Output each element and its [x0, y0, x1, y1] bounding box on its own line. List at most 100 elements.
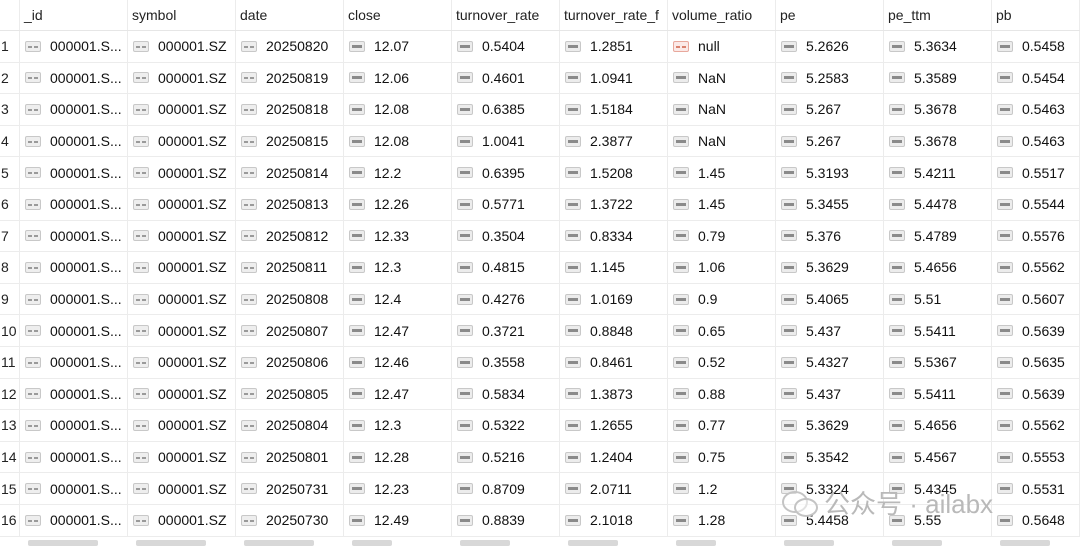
cell-turnover-rate-f[interactable]: 2.0711 [560, 473, 668, 504]
cell-volume-ratio[interactable]: 1.45 [668, 157, 776, 188]
cell-pb[interactable]: 0.5544 [992, 189, 1080, 220]
cell-pb[interactable]: 0.5639 [992, 378, 1080, 410]
cell-close[interactable]: 12.3 [344, 252, 452, 283]
cell-close[interactable]: 12.3 [344, 410, 452, 441]
cell-turnover-rate[interactable]: 1.0041 [452, 125, 560, 157]
cell-pe[interactable]: 5.3629 [776, 410, 884, 441]
column-header-close[interactable]: close [344, 0, 452, 30]
cell-turnover-rate[interactable]: 0.5834 [452, 378, 560, 410]
cell-volume-ratio[interactable]: 0.52 [668, 347, 776, 378]
cell-close[interactable]: 12.2 [344, 157, 452, 188]
table-row[interactable]: 11 000001.S... 000001.SZ 20250806 12.46 0.355… [0, 347, 1080, 379]
table-row[interactable]: 13 000001.S... 000001.SZ 20250804 12.3 0.5322… [0, 410, 1080, 442]
cell-turnover-rate[interactable]: 0.4815 [452, 252, 560, 283]
table-row[interactable]: 12 000001.S... 000001.SZ 20250805 12.47 0.583… [0, 378, 1080, 411]
cell-pe[interactable]: 5.3324 [776, 473, 884, 504]
cell-volume-ratio[interactable]: 1.2 [668, 473, 776, 504]
cell-pe-ttm[interactable]: 5.3678 [884, 94, 992, 125]
cell-symbol[interactable]: 000001.SZ [128, 315, 236, 346]
cell-date[interactable]: 20250818 [236, 94, 344, 125]
cell-turnover-rate-f[interactable]: 2.1018 [560, 505, 668, 536]
cell-turnover-rate[interactable]: 0.4276 [452, 283, 560, 315]
cell-date[interactable]: 20250805 [236, 378, 344, 410]
cell-pb[interactable]: 0.5639 [992, 315, 1080, 346]
cell-turnover-rate[interactable]: 0.3558 [452, 347, 560, 378]
cell-close[interactable]: 12.23 [344, 473, 452, 504]
cell-pe-ttm[interactable]: 5.3678 [884, 125, 992, 157]
cell-turnover-rate-f[interactable]: 2.3877 [560, 125, 668, 157]
cell-close[interactable]: 12.47 [344, 378, 452, 410]
cell-id[interactable]: 000001.S... [20, 220, 128, 252]
table-row[interactable]: 9 000001.S... 000001.SZ 20250808 12.4 0.4276 1… [0, 283, 1080, 316]
cell-turnover-rate[interactable]: 0.8709 [452, 473, 560, 504]
cell-date[interactable]: 20250807 [236, 315, 344, 346]
cell-date[interactable]: 20250811 [236, 252, 344, 283]
cell-pe-ttm[interactable]: 5.4656 [884, 410, 992, 441]
cell-pe[interactable]: 5.2626 [776, 31, 884, 62]
cell-pe-ttm[interactable]: 5.5367 [884, 347, 992, 378]
cell-pe-ttm[interactable]: 5.4345 [884, 473, 992, 504]
cell-id[interactable]: 000001.S... [20, 315, 128, 346]
table-row[interactable]: 1 000001.S... 000001.SZ 20250820 12.07 0.5404… [0, 31, 1080, 63]
cell-close[interactable]: 12.47 [344, 315, 452, 346]
cell-pe-ttm[interactable]: 5.4789 [884, 220, 992, 252]
cell-close[interactable]: 12.07 [344, 31, 452, 62]
cell-pb[interactable]: 0.5576 [992, 220, 1080, 252]
cell-pb[interactable]: 0.5562 [992, 410, 1080, 441]
cell-date[interactable]: 20250730 [236, 505, 344, 536]
cell-symbol[interactable]: 000001.SZ [128, 347, 236, 378]
table-row[interactable]: 3 000001.S... 000001.SZ 20250818 12.08 0.6385… [0, 94, 1080, 126]
table-row[interactable]: 16 000001.S... 000001.SZ 20250730 12.49 0.883… [0, 505, 1080, 537]
cell-turnover-rate[interactable]: 0.3721 [452, 315, 560, 346]
column-header-pe-ttm[interactable]: pe_ttm [884, 0, 992, 30]
cell-date[interactable]: 20250806 [236, 347, 344, 378]
cell-turnover-rate-f[interactable]: 1.2655 [560, 410, 668, 441]
cell-volume-ratio[interactable]: NaN [668, 94, 776, 125]
cell-turnover-rate-f[interactable]: 1.3873 [560, 378, 668, 410]
cell-turnover-rate-f[interactable]: 1.2404 [560, 441, 668, 473]
cell-turnover-rate[interactable]: 0.5216 [452, 441, 560, 473]
cell-close[interactable]: 12.49 [344, 505, 452, 536]
cell-pb[interactable]: 0.5458 [992, 31, 1080, 62]
cell-symbol[interactable]: 000001.SZ [128, 441, 236, 473]
cell-turnover-rate-f[interactable]: 0.8461 [560, 347, 668, 378]
cell-pe-ttm[interactable]: 5.4478 [884, 189, 992, 220]
table-row[interactable]: 5 000001.S... 000001.SZ 20250814 12.2 0.6395 1… [0, 157, 1080, 189]
cell-pe-ttm[interactable]: 5.5411 [884, 315, 992, 346]
cell-volume-ratio[interactable]: NaN [668, 125, 776, 157]
column-header-turnover-rate[interactable]: turnover_rate [452, 0, 560, 30]
table-row[interactable]: 10 000001.S... 000001.SZ 20250807 12.47 0.372… [0, 315, 1080, 347]
cell-pb[interactable]: 0.5454 [992, 62, 1080, 94]
cell-pb[interactable]: 0.5648 [992, 505, 1080, 536]
cell-turnover-rate[interactable]: 0.6385 [452, 94, 560, 125]
cell-id[interactable]: 000001.S... [20, 125, 128, 157]
cell-date[interactable]: 20250808 [236, 283, 344, 315]
cell-volume-ratio[interactable]: 0.77 [668, 410, 776, 441]
cell-symbol[interactable]: 000001.SZ [128, 125, 236, 157]
cell-date[interactable]: 20250815 [236, 125, 344, 157]
column-header-date[interactable]: date [236, 0, 344, 30]
cell-pe[interactable]: 5.4327 [776, 347, 884, 378]
cell-volume-ratio[interactable]: 0.65 [668, 315, 776, 346]
column-header-pb[interactable]: pb [992, 0, 1080, 30]
cell-pe-ttm[interactable]: 5.3634 [884, 31, 992, 62]
cell-pe-ttm[interactable]: 5.4656 [884, 252, 992, 283]
cell-pe-ttm[interactable]: 5.55 [884, 505, 992, 536]
cell-pb[interactable]: 0.5463 [992, 94, 1080, 125]
cell-volume-ratio[interactable]: 1.45 [668, 189, 776, 220]
cell-symbol[interactable]: 000001.SZ [128, 220, 236, 252]
cell-pb[interactable]: 0.5607 [992, 283, 1080, 315]
cell-close[interactable]: 12.26 [344, 189, 452, 220]
cell-close[interactable]: 12.33 [344, 220, 452, 252]
cell-id[interactable]: 000001.S... [20, 62, 128, 94]
cell-id[interactable]: 000001.S... [20, 252, 128, 283]
cell-close[interactable]: 12.06 [344, 62, 452, 94]
column-header-symbol[interactable]: symbol [128, 0, 236, 30]
cell-turnover-rate[interactable]: 0.8839 [452, 505, 560, 536]
cell-turnover-rate-f[interactable]: 1.5184 [560, 94, 668, 125]
cell-pe[interactable]: 5.2583 [776, 62, 884, 94]
cell-symbol[interactable]: 000001.SZ [128, 378, 236, 410]
cell-close[interactable]: 12.28 [344, 441, 452, 473]
cell-pe[interactable]: 5.267 [776, 94, 884, 125]
cell-close[interactable]: 12.4 [344, 283, 452, 315]
